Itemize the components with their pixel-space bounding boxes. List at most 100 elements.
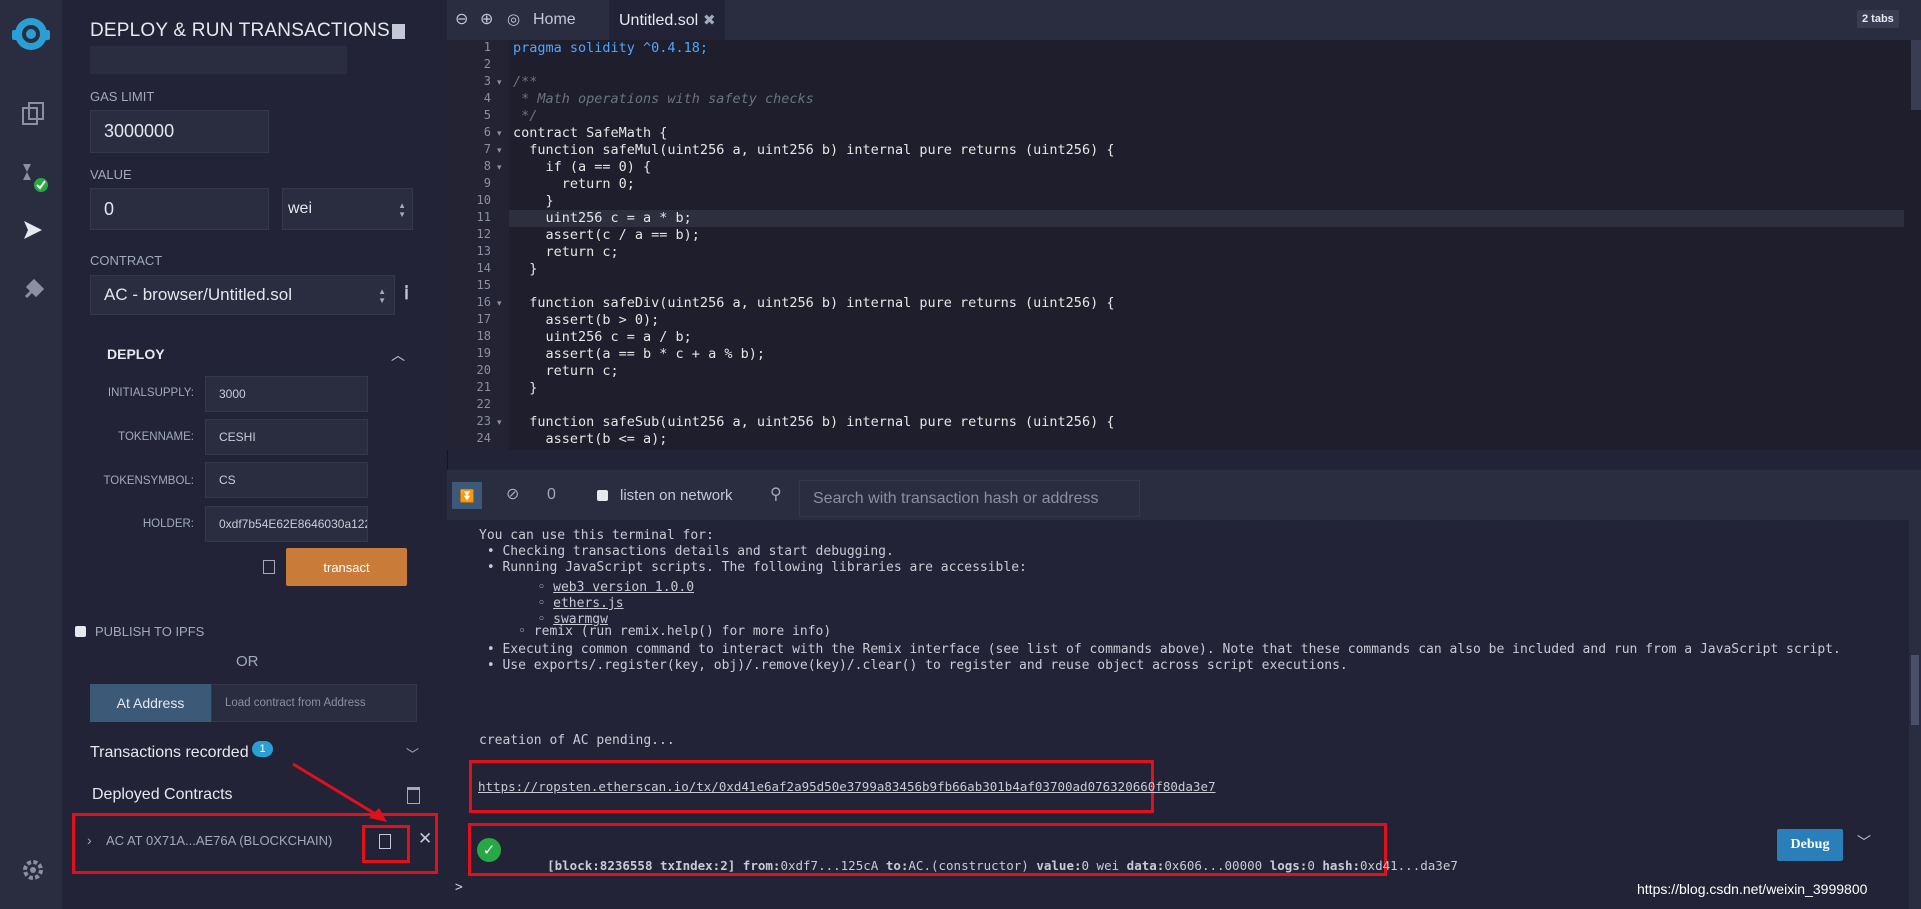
icon-sidebar (0, 0, 63, 909)
close-icon[interactable]: ✕ (418, 829, 432, 849)
code-editor[interactable]: 1 pragma solidity ^0.4.18; 2 3 ▾/** 4 * Math … (447, 40, 1921, 450)
scroll-thumb[interactable] (1911, 655, 1919, 725)
fold-arrow-icon[interactable]: ▾ (497, 162, 502, 173)
account-select[interactable] (90, 46, 347, 74)
tx-hash-label: hash: (1322, 858, 1361, 873)
code-line: } (513, 193, 554, 209)
line-number: 12 (476, 227, 491, 241)
copy-address-icon[interactable] (379, 834, 391, 849)
swarmgw-link[interactable]: swarmgw (553, 612, 608, 627)
publish-ipfs-checkbox[interactable] (75, 626, 86, 637)
doc-icon[interactable] (392, 24, 405, 39)
code-line: return c; (513, 363, 619, 379)
line-number: 6 (483, 125, 491, 139)
code-line: uint256 c = a / b; (513, 329, 692, 345)
contract-select[interactable]: AC - browser/Untitled.sol ▲ ▼ (90, 275, 395, 315)
line-number: 22 (476, 397, 491, 411)
select-arrows-icon: ▲ ▼ (378, 287, 386, 305)
etherscan-link[interactable]: https://ropsten.etherscan.io/tx/0xd41e6a… (478, 779, 1216, 794)
tokenname-input[interactable]: CESHI (205, 419, 368, 455)
listen-network-checkbox[interactable] (597, 490, 608, 501)
expand-chevron-icon[interactable]: ﹀ (1857, 832, 1871, 852)
terminal-intro-line: • Checking transactions details and star… (479, 544, 894, 559)
tx-from-label: from: (742, 858, 781, 873)
line-number: 18 (476, 329, 491, 343)
trash-icon[interactable] (407, 787, 420, 804)
transaction-search-input[interactable]: Search with transaction hash or address (799, 480, 1140, 517)
transactions-recorded-label[interactable]: Transactions recorded (90, 744, 249, 762)
tx-from: 0xdf7...125cA (780, 858, 879, 873)
chevron-right-icon[interactable]: › (87, 832, 92, 848)
tx-logs-label: logs: (1269, 858, 1308, 873)
collapse-terminal-button[interactable]: ⏬ (452, 482, 482, 509)
value-input[interactable]: 0 (90, 188, 269, 230)
tab-untitled-sol[interactable]: Untitled.sol ✖ (609, 0, 725, 40)
code-line: contract SafeMath { (513, 125, 668, 141)
transact-button[interactable]: transact (286, 548, 407, 586)
tokensymbol-input[interactable]: CS (205, 462, 368, 498)
code-line: } (513, 380, 538, 396)
panel-title: DEPLOY & RUN TRANSACTIONS (90, 20, 390, 41)
remix-logo-icon[interactable] (8, 12, 54, 58)
at-address-button[interactable]: At Address (90, 684, 211, 722)
info-icon[interactable]: ⅰ (404, 283, 409, 304)
value-unit-select[interactable]: wei ▲ ▼ (282, 188, 413, 230)
tx-logs: 0 (1307, 858, 1315, 873)
value-unit-text: wei (288, 200, 313, 217)
fold-arrow-icon[interactable]: ▾ (497, 417, 502, 428)
file-explorer-icon[interactable] (17, 98, 49, 130)
param-label: INITIALSUPPLY: (107, 387, 194, 399)
line-number: 11 (476, 210, 491, 224)
line-number: 7 (483, 142, 491, 156)
fold-arrow-icon[interactable]: ▾ (497, 77, 502, 88)
line-number: 14 (476, 261, 491, 275)
tx-to: AC.(constructor) (908, 858, 1029, 873)
plugin-manager-icon[interactable] (17, 274, 49, 306)
or-label: OR (236, 653, 259, 670)
chevron-down-icon[interactable]: ﹀ (406, 744, 419, 763)
tx-data-label: data: (1126, 858, 1165, 873)
load-address-input[interactable]: Load contract from Address (211, 684, 417, 722)
tabs-count-badge[interactable]: 2 tabs (1857, 10, 1899, 28)
success-check-icon: ✓ (477, 838, 501, 862)
fold-arrow-icon[interactable]: ▾ (497, 128, 502, 139)
fold-arrow-icon[interactable]: ▾ (497, 298, 502, 309)
code-line: return 0; (513, 176, 635, 192)
deployed-contract-name: AC AT 0X71A...AE76A (BLOCKCHAIN) (106, 833, 333, 848)
line-number: 15 (476, 278, 491, 292)
debug-button[interactable]: Debug (1777, 829, 1843, 861)
fold-arrow-icon[interactable]: ▾ (497, 145, 502, 156)
tx-count-badge: 1 (252, 741, 273, 757)
close-tab-icon[interactable]: ✖ (703, 11, 716, 29)
listen-network-label: listen on network (620, 487, 733, 504)
code-line: */ (513, 108, 538, 124)
zoom-out-icon[interactable]: ⊖ (455, 9, 468, 29)
terminal-scrollbar[interactable] (1909, 520, 1921, 909)
chevron-up-icon[interactable]: ︿ (391, 345, 405, 365)
line-number: 23 (476, 414, 491, 428)
ethers-link[interactable]: ethers.js (553, 596, 623, 611)
tab-home[interactable]: Home (533, 11, 576, 29)
web3-link[interactable]: web3 version 1.0.0 (553, 580, 694, 595)
clear-terminal-icon[interactable]: ⊘ (506, 484, 519, 504)
tx-block: [block:8236558 txIndex:2] (547, 858, 736, 873)
transaction-summary[interactable]: [block:8236558 txIndex:2] from:0xdf7...1… (517, 843, 1458, 888)
settings-gear-icon[interactable] (17, 854, 49, 886)
copy-icon[interactable] (263, 560, 275, 574)
deploy-run-icon[interactable] (17, 214, 49, 246)
initialsupply-input[interactable]: 3000 (205, 376, 368, 412)
zoom-in-icon[interactable]: ⊕ (480, 9, 493, 29)
value-label: VALUE (90, 167, 132, 182)
holder-input[interactable]: 0xdf7b54E62E8646030a1228 (205, 506, 368, 542)
terminal-intro-line: • Use exports/.register(key, obj)/.remov… (479, 658, 1348, 673)
terminal-prompt[interactable]: > (455, 880, 463, 895)
line-number: 8 (483, 159, 491, 173)
gas-limit-input[interactable]: 3000000 (90, 110, 269, 153)
code-line: uint256 c = a * b; (513, 210, 692, 226)
editor-scrollbar[interactable] (1911, 40, 1921, 110)
annotation-arrow (292, 762, 387, 822)
code-line: pragma solidity ^0.4.18; (513, 40, 709, 56)
solidity-compiler-icon[interactable] (17, 160, 49, 192)
remix-home-icon[interactable]: ◎ (507, 10, 520, 28)
line-number: 5 (483, 108, 491, 122)
